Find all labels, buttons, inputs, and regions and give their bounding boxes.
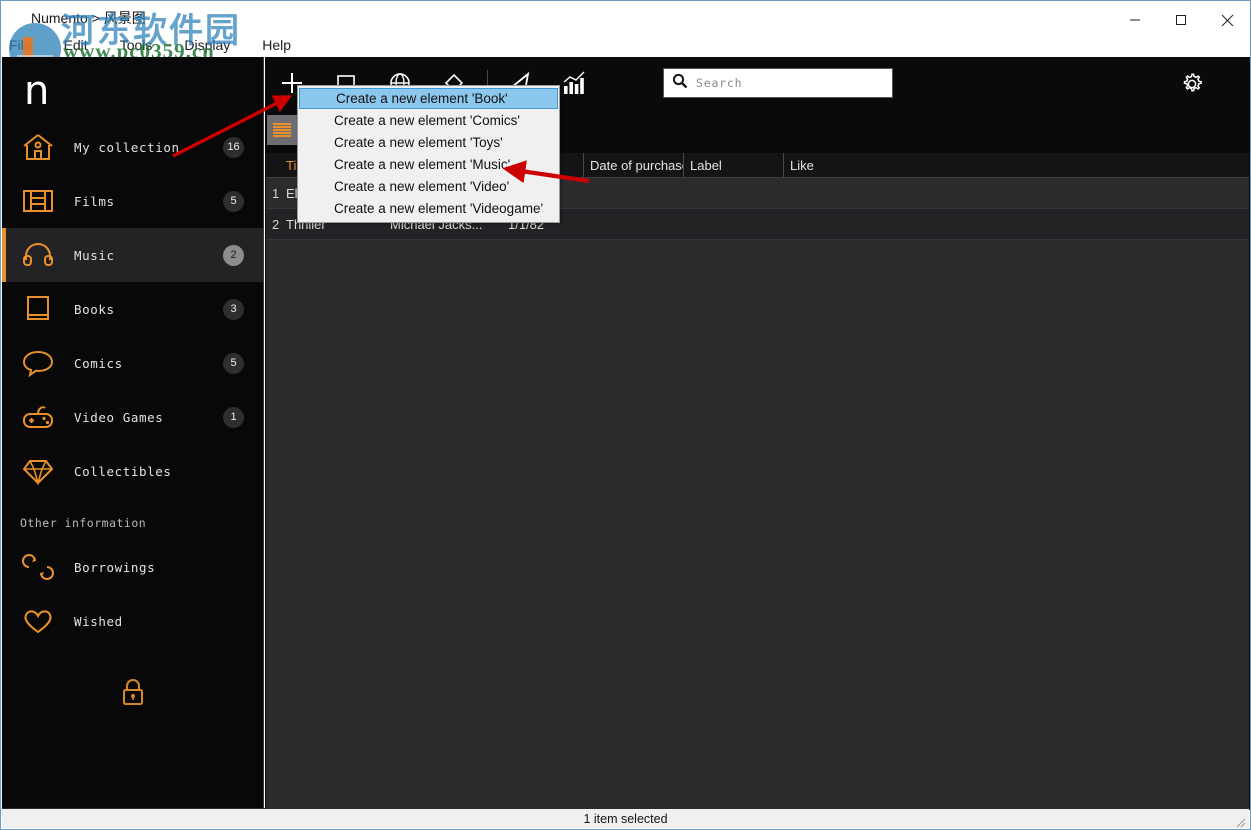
- menu-item-create-toys[interactable]: Create a new element 'Toys': [298, 131, 559, 153]
- padlock-icon[interactable]: [120, 677, 146, 712]
- cell-index: 2: [272, 216, 280, 232]
- search-box[interactable]: [663, 68, 893, 98]
- menu-item-create-videogame[interactable]: Create a new element 'Videogame': [298, 197, 559, 219]
- film-icon: [18, 184, 58, 218]
- menu-item-create-video[interactable]: Create a new element 'Video': [298, 175, 559, 197]
- menu-display[interactable]: Display: [184, 35, 244, 55]
- sidebar-label: Films: [74, 193, 115, 209]
- menu-item-create-book[interactable]: Create a new element 'Book': [299, 88, 558, 109]
- sidebar-badge: 2: [223, 244, 244, 266]
- sidebar-badge: 3: [223, 298, 244, 320]
- menu-item-create-music[interactable]: Create a new element 'Music': [298, 153, 559, 175]
- status-bar: 1 item selected: [2, 808, 1249, 828]
- menu-tools[interactable]: Tools: [120, 35, 167, 55]
- gear-icon[interactable]: [1176, 68, 1208, 100]
- status-text: 1 item selected: [583, 811, 668, 826]
- sidebar-item-books[interactable]: Books 3: [2, 282, 263, 336]
- column-header-label[interactable]: Label: [684, 153, 784, 177]
- menu-help[interactable]: Help: [262, 35, 305, 55]
- sidebar-badge: [223, 461, 244, 482]
- menu-bar: File Edit Tools Display Help: [1, 33, 1250, 57]
- home-icon: [18, 130, 58, 164]
- column-header-like[interactable]: Like: [784, 153, 1241, 177]
- sidebar-label: Books: [74, 301, 115, 317]
- sidebar-item-my-collection[interactable]: My collection 16: [2, 120, 263, 174]
- diamond-icon: [18, 454, 58, 488]
- application-window: Numento > 风景图 File Edit Tools Display He…: [0, 0, 1251, 830]
- sidebar-label: Music: [74, 247, 115, 263]
- list-view-lines: [273, 123, 291, 137]
- column-header-date-of-purchase[interactable]: Date of purchase: [584, 153, 684, 177]
- sidebar-badge: [223, 557, 244, 578]
- sidebar-nav: My collection 16 Films 5 Music 2 Books 3…: [2, 120, 263, 648]
- gamepad-icon: [18, 400, 58, 434]
- search-input[interactable]: [696, 76, 876, 90]
- sidebar-label: Wished: [74, 613, 123, 629]
- menu-edit[interactable]: Edit: [64, 35, 102, 55]
- sidebar-label: Collectibles: [74, 463, 172, 479]
- sidebar-badge: 5: [223, 190, 244, 212]
- sidebar-item-collectibles[interactable]: Collectibles: [2, 444, 263, 498]
- lock-container: [2, 677, 263, 712]
- borrow-icon: [18, 550, 58, 584]
- sidebar-item-video-games[interactable]: Video Games 1: [2, 390, 263, 444]
- app-logo: n: [24, 68, 50, 114]
- sidebar-section-label: Other information: [20, 516, 147, 530]
- menu-item-create-comics[interactable]: Create a new element 'Comics': [298, 109, 559, 131]
- column-header-index: [266, 153, 280, 177]
- cell-index: 1: [272, 185, 280, 201]
- list-view-icon[interactable]: [267, 115, 297, 145]
- items-table: Ti Date of purchase Label Like 1 El 2 Th…: [266, 153, 1249, 810]
- heart-icon: [18, 604, 58, 638]
- book-icon: [18, 292, 58, 326]
- window-title: Numento > 风景图: [31, 10, 146, 26]
- sidebar-item-wished[interactable]: Wished: [2, 594, 263, 648]
- sidebar-label: My collection: [74, 139, 180, 155]
- sidebar-label: Borrowings: [74, 559, 156, 575]
- create-element-context-menu: Create a new element 'Book' Create a new…: [297, 85, 560, 223]
- sidebar-item-borrowings[interactable]: Borrowings: [2, 540, 263, 594]
- resize-grip[interactable]: [1236, 815, 1246, 828]
- headphones-icon: [18, 238, 58, 272]
- sidebar-label: Video Games: [74, 409, 164, 425]
- sidebar-item-films[interactable]: Films 5: [2, 174, 263, 228]
- sidebar-label: Comics: [74, 355, 123, 371]
- sidebar-item-comics[interactable]: Comics 5: [2, 336, 263, 390]
- sidebar-item-music[interactable]: Music 2: [2, 228, 263, 282]
- speech-bubble-icon: [18, 346, 58, 380]
- sidebar-badge: 1: [223, 406, 244, 428]
- search-icon: [672, 73, 688, 94]
- sidebar-badge: 16: [223, 136, 244, 158]
- menu-file[interactable]: File: [9, 35, 46, 55]
- sidebar: n My collection 16 Films 5 Music 2 Books…: [2, 57, 264, 810]
- sidebar-badge: 5: [223, 352, 244, 374]
- sidebar-badge: [223, 611, 244, 632]
